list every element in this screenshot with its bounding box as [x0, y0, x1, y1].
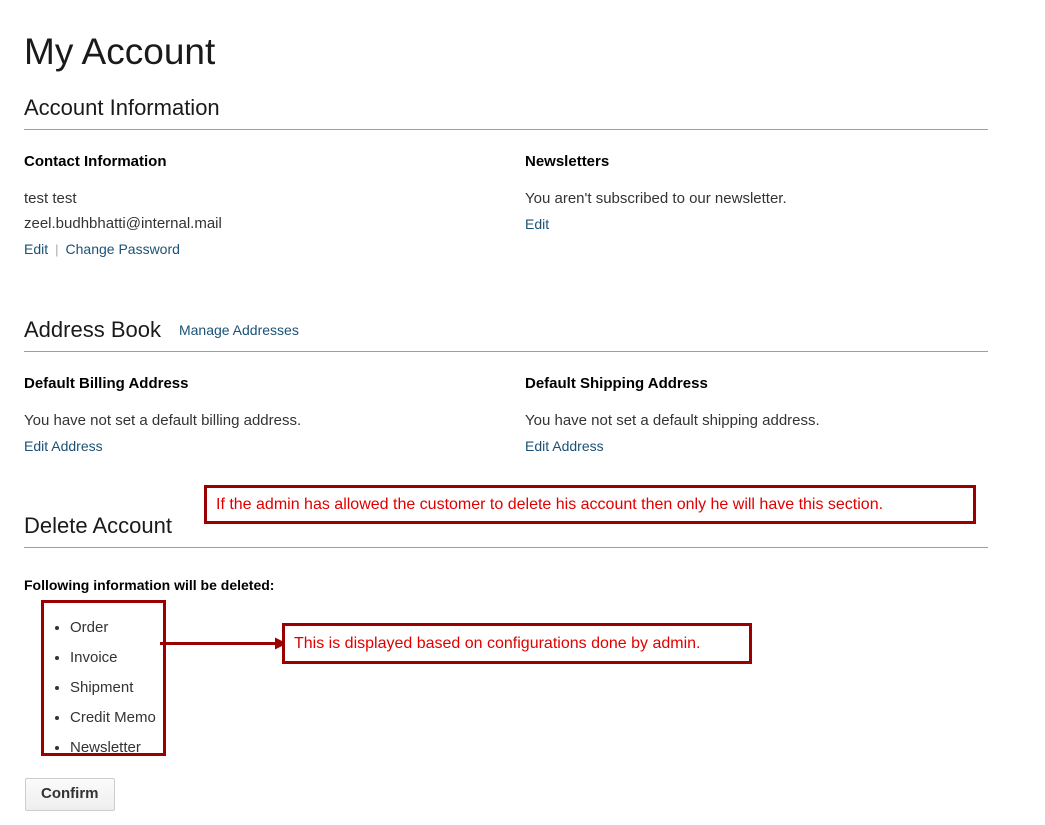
- my-account-page: My Account Account Information Contact I…: [0, 0, 1045, 825]
- contact-information-block: Contact Information test test zeel.budhb…: [24, 152, 494, 260]
- contact-email: zeel.budhbhatti@internal.mail: [24, 211, 494, 236]
- edit-billing-address-link[interactable]: Edit Address: [24, 438, 103, 454]
- annotation-config-list: This is displayed based on configuration…: [282, 623, 752, 664]
- annotation-delete-section-text: If the admin has allowed the customer to…: [207, 496, 973, 514]
- annotation-arrow-icon: [160, 630, 290, 658]
- billing-actions: Edit Address: [24, 436, 494, 456]
- account-information-heading-label: Account Information: [24, 95, 220, 120]
- list-item: Invoice: [70, 643, 163, 673]
- page-title: My Account: [24, 29, 215, 75]
- newsletter-edit-link[interactable]: Edit: [525, 216, 549, 232]
- default-shipping-address-block: Default Shipping Address You have not se…: [525, 374, 995, 456]
- contact-name: test test: [24, 186, 494, 211]
- address-book-heading: Address Book Manage Addresses: [24, 316, 988, 352]
- newsletter-status: You aren't subscribed to our newsletter.: [525, 186, 995, 211]
- newsletters-block: Newsletters You aren't subscribed to our…: [525, 152, 995, 234]
- confirm-button[interactable]: Confirm: [25, 778, 115, 811]
- list-item: Newsletter: [70, 733, 163, 763]
- contact-edit-link[interactable]: Edit: [24, 241, 48, 257]
- delete-account-note: Following information will be deleted:: [24, 576, 274, 594]
- contact-actions-separator: |: [48, 242, 65, 257]
- newsletters-heading: Newsletters: [525, 152, 995, 172]
- edit-shipping-address-link[interactable]: Edit Address: [525, 438, 604, 454]
- account-information-heading: Account Information: [24, 94, 988, 130]
- default-shipping-address-heading: Default Shipping Address: [525, 374, 995, 394]
- list-item: Shipment: [70, 673, 163, 703]
- address-book-columns: Default Billing Address You have not set…: [24, 374, 988, 484]
- address-book-heading-label: Address Book: [24, 317, 161, 342]
- default-shipping-address-status: You have not set a default shipping addr…: [525, 408, 995, 433]
- address-book-section: Address Book Manage Addresses Default Bil…: [24, 316, 988, 484]
- newsletters-actions: Edit: [525, 214, 995, 234]
- list-item: Order: [70, 613, 163, 643]
- delete-account-heading-label: Delete Account: [24, 513, 172, 538]
- contact-actions: Edit|Change Password: [24, 239, 494, 260]
- annotation-delete-section: If the admin has allowed the customer to…: [204, 485, 976, 524]
- deleted-information-list-box: Order Invoice Shipment Credit Memo Newsl…: [41, 600, 166, 756]
- list-item: Credit Memo: [70, 703, 163, 733]
- deleted-information-list: Order Invoice Shipment Credit Memo Newsl…: [44, 603, 163, 763]
- manage-addresses-link[interactable]: Manage Addresses: [179, 322, 299, 338]
- account-information-section: Account Information Contact Information …: [24, 94, 988, 272]
- account-information-columns: Contact Information test test zeel.budhb…: [24, 152, 988, 272]
- annotation-config-list-text: This is displayed based on configuration…: [285, 635, 749, 653]
- default-billing-address-heading: Default Billing Address: [24, 374, 494, 394]
- default-billing-address-block: Default Billing Address You have not set…: [24, 374, 494, 456]
- change-password-link[interactable]: Change Password: [66, 241, 180, 257]
- contact-information-heading: Contact Information: [24, 152, 494, 172]
- default-billing-address-status: You have not set a default billing addre…: [24, 408, 494, 433]
- shipping-actions: Edit Address: [525, 436, 995, 456]
